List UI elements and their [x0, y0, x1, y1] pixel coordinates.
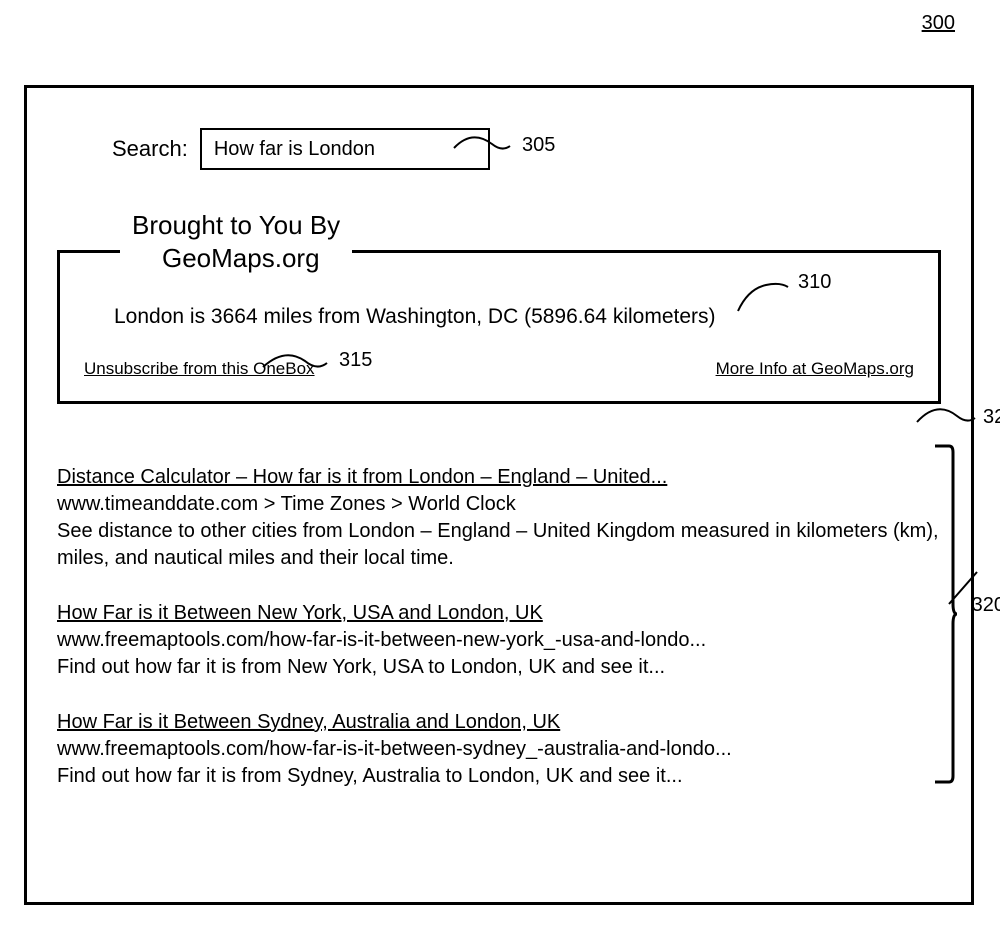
- search-row: Search: 305: [112, 128, 941, 170]
- callout-325-label: 325: [983, 406, 1000, 429]
- onebox-links-row: Unsubscribe from this OneBox 315 More In…: [84, 359, 914, 379]
- callout-315-label: 315: [339, 349, 372, 372]
- search-result: Distance Calculator – How far is it from…: [57, 464, 941, 572]
- search-result: How Far is it Between Sydney, Australia …: [57, 709, 941, 790]
- result-snippet: Find out how far it is from Sydney, Aust…: [57, 763, 941, 790]
- result-title-link[interactable]: Distance Calculator – How far is it from…: [57, 464, 941, 491]
- result-title-link[interactable]: How Far is it Between Sydney, Australia …: [57, 709, 941, 736]
- onebox-legend-line1: Brought to You By: [132, 209, 340, 242]
- onebox-answer-text: London is 3664 miles from Washington, DC…: [114, 305, 716, 328]
- result-url: www.freemaptools.com/how-far-is-it-betwe…: [57, 627, 941, 654]
- result-title-link[interactable]: How Far is it Between New York, USA and …: [57, 600, 941, 627]
- search-label: Search:: [112, 136, 188, 162]
- result-url: www.timeanddate.com > Time Zones > World…: [57, 491, 941, 518]
- onebox-answer: London is 3664 miles from Washington, DC…: [114, 305, 914, 329]
- onebox: Brought to You By GeoMaps.org London is …: [57, 250, 941, 404]
- results-bracket: [933, 444, 957, 784]
- moreinfo-link[interactable]: More Info at GeoMaps.org: [716, 359, 914, 378]
- callout-320-lead: [947, 568, 981, 608]
- onebox-legend-line2: GeoMaps.org: [162, 242, 340, 275]
- callout-305-label: 305: [522, 134, 555, 157]
- search-input[interactable]: [200, 128, 490, 170]
- result-snippet: See distance to other cities from London…: [57, 518, 941, 572]
- result-url: www.freemaptools.com/how-far-is-it-betwe…: [57, 736, 941, 763]
- result-snippet: Find out how far it is from New York, US…: [57, 654, 941, 681]
- results-block: Distance Calculator – How far is it from…: [57, 464, 941, 790]
- search-result: How Far is it Between New York, USA and …: [57, 600, 941, 681]
- onebox-legend: Brought to You By GeoMaps.org: [120, 209, 352, 278]
- figure-number: 300: [922, 12, 955, 35]
- callout-310-label: 310: [798, 271, 831, 294]
- main-frame: Search: 305 Brought to You By GeoMaps.or…: [24, 85, 974, 905]
